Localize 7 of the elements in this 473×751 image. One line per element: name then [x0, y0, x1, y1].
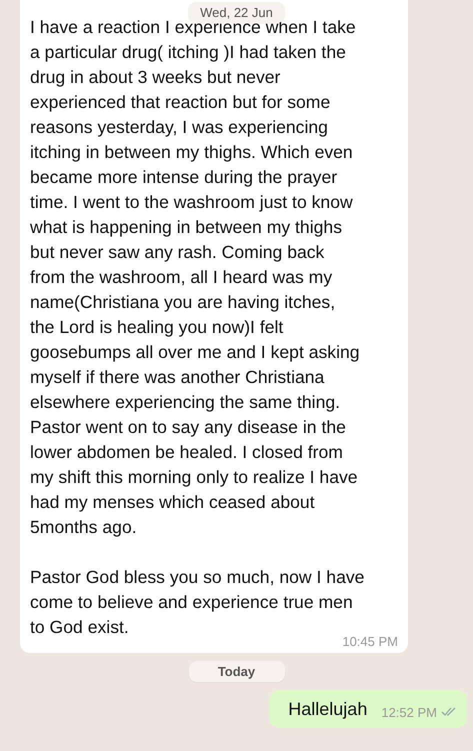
- date-label: Today: [188, 661, 284, 682]
- message-time: 12:52 PM: [381, 704, 437, 720]
- message-text: Hallelujah: [288, 698, 368, 721]
- message-text: Pastor God bless you so much, now I have come to believe and experience true men to God exist.: [30, 566, 364, 637]
- message-time: 10:45 PM: [342, 634, 398, 649]
- date-label: Wed, 22 Jun: [188, 2, 285, 23]
- double-check-icon: [441, 707, 457, 717]
